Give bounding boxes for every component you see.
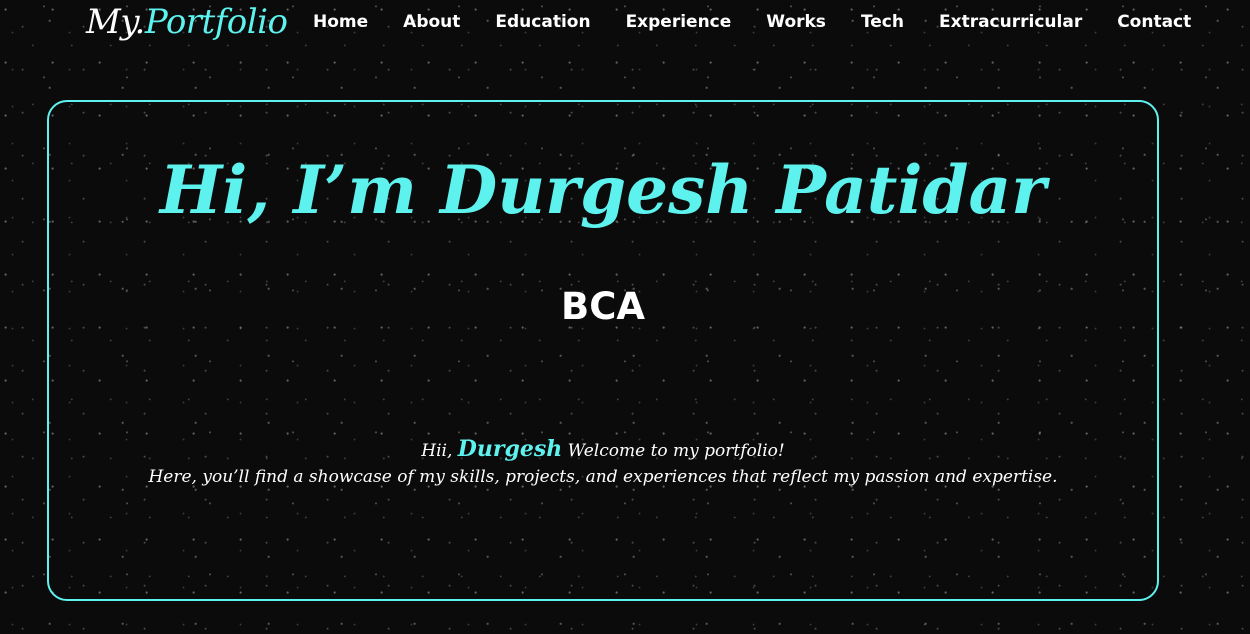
hero-subtitle: BCA xyxy=(561,285,645,328)
nav-link-experience[interactable]: Experience xyxy=(626,12,732,32)
nav-link-extracurricular[interactable]: Extracurricular xyxy=(939,12,1082,32)
intro-line-1: Hii, Durgesh Welcome to my portfolio! xyxy=(49,436,1157,464)
nav-link-education[interactable]: Education xyxy=(495,12,590,32)
hero-card: Hi, I’m Durgesh Patidar BCA Hii, Durgesh… xyxy=(47,100,1159,601)
nav-link-home[interactable]: Home xyxy=(313,12,368,32)
navbar: My.Portfolio Home About Education Experi… xyxy=(0,0,1250,44)
nav-link-tech[interactable]: Tech xyxy=(861,12,904,32)
intro-welcome: Welcome to my portfolio! xyxy=(567,441,785,461)
intro-greeting: Hii, xyxy=(421,441,453,461)
hero-intro: Hii, Durgesh Welcome to my portfolio! He… xyxy=(49,436,1157,490)
intro-name: Durgesh xyxy=(457,436,563,462)
hero-title: Hi, I’m Durgesh Patidar xyxy=(159,151,1047,229)
intro-line-2: Here, you’ll find a showcase of my skill… xyxy=(148,467,1058,487)
logo-main-text: My. xyxy=(86,2,145,42)
nav-menu: Home About Education Experience Works Te… xyxy=(313,0,1191,44)
nav-link-contact[interactable]: Contact xyxy=(1117,12,1191,32)
nav-link-about[interactable]: About xyxy=(403,12,460,32)
nav-link-works[interactable]: Works xyxy=(766,12,826,32)
logo[interactable]: My.Portfolio xyxy=(86,0,288,44)
logo-accent-text: Portfolio xyxy=(144,2,288,42)
